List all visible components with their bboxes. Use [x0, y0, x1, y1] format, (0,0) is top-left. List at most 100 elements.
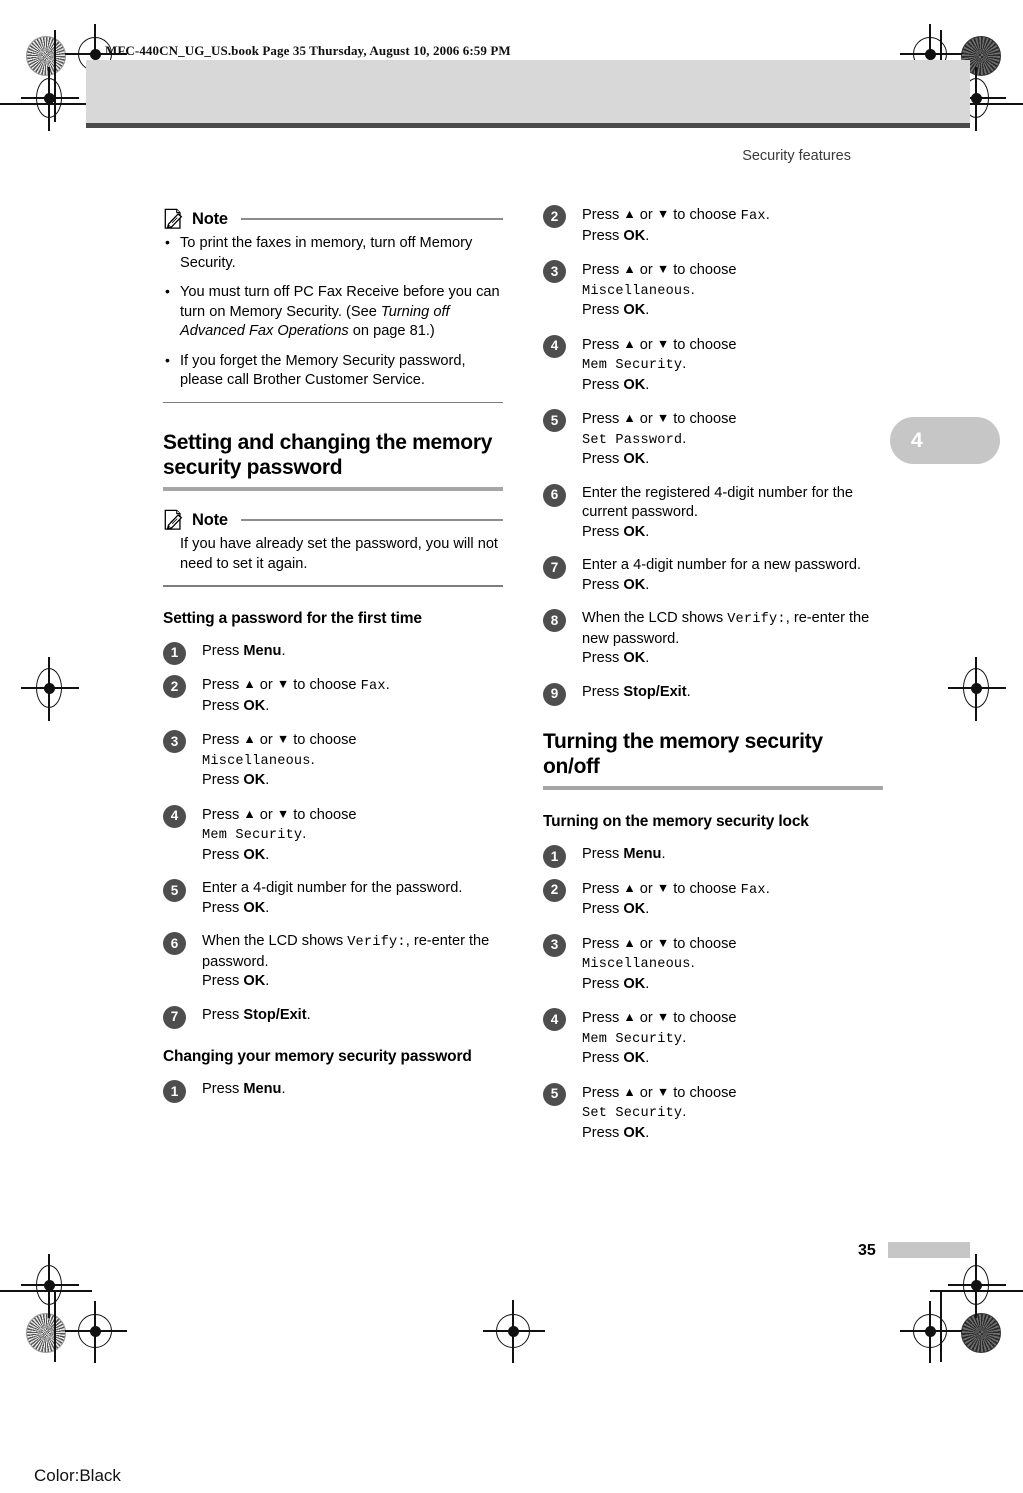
step-item: 1 Press Menu. — [543, 845, 883, 868]
arrow-up-icon: ▲ — [623, 207, 636, 221]
registration-burst-top-left — [26, 36, 66, 76]
crop-tick-left-vertical-bottom — [54, 1290, 56, 1362]
button-name: Menu — [623, 846, 662, 862]
arrow-down-icon: ▼ — [276, 732, 290, 747]
step-number-badge: 9 — [543, 682, 566, 706]
registration-crosshair-left-lower — [21, 1254, 79, 1318]
step-item: 4 Press ▲ or ▼ to choose Mem Security. Pres… — [163, 804, 503, 866]
step-number-badge: 7 — [543, 556, 566, 579]
crop-tick-bottom-horizontal-right — [930, 1290, 1023, 1292]
note-bullet-tail: on page 81.) — [348, 323, 435, 339]
step-item: 5 Press ▲ or ▼ to choose Set Password. Pres… — [543, 409, 883, 470]
lcd-text: Fax — [360, 679, 386, 695]
step-number-badge: 1 — [163, 1080, 186, 1104]
button-name: Stop/Exit — [623, 683, 687, 700]
arrow-down-icon: ▼ — [656, 1084, 670, 1099]
step-text: Press Menu. — [582, 846, 666, 862]
section-heading-turning-onoff: Turning the memory security on/off — [543, 730, 823, 778]
page-number-bar — [888, 1242, 970, 1258]
note-bullet-text: You must turn off PC Fax Receive before … — [180, 284, 500, 320]
step-text: Press ▲ or ▼ to choose Mem Security. Press… — [582, 1010, 737, 1066]
running-head-title: Security features — [742, 148, 851, 164]
color-separation-note: Color:Black — [34, 1466, 121, 1485]
chapter-number-label: 4 — [911, 428, 923, 452]
step-item: 6 Enter the registered 4-digit number for… — [543, 483, 883, 543]
step-number-badge: 2 — [543, 205, 566, 228]
step-item: 1 Press Menu. — [163, 641, 503, 665]
step-text: Press ▲ or ▼ to choose Miscellaneous. Pres… — [582, 262, 737, 318]
button-name: OK — [243, 973, 266, 990]
lcd-text: Miscellaneous — [582, 957, 691, 972]
subheading-changing-password: Changing your memory security password — [163, 1048, 472, 1066]
step-item: 3 Press ▲ or ▼ to choose Miscellaneous. Pre… — [163, 730, 503, 791]
step-text: Press ▲ or ▼ to choose Miscellaneous. Pres… — [582, 935, 737, 992]
step-text: When the LCD shows Verify:, re-enter the… — [202, 933, 490, 990]
arrow-down-icon: ▼ — [276, 806, 290, 821]
arrow-down-icon: ▼ — [656, 411, 670, 425]
arrow-up-icon: ▲ — [623, 880, 636, 895]
step-number-badge: 3 — [543, 933, 566, 957]
step-number-badge: 7 — [163, 1005, 186, 1029]
right-column: 2 Press ▲ or ▼ to choose Fax. Press OK. 3 Pr… — [543, 205, 883, 1157]
arrow-down-icon: ▼ — [656, 262, 670, 276]
button-name: OK — [243, 899, 266, 916]
step-item: 4 Press ▲ or ▼ to choose Mem Security. Pres… — [543, 334, 883, 396]
step-item: 7 Enter a 4-digit number for a new passwo… — [543, 556, 883, 595]
registration-crosshair-left-middle — [21, 657, 79, 721]
crop-tick-left-vertical — [54, 30, 56, 122]
step-text: Enter a 4-digit number for a new passwor… — [582, 557, 862, 593]
page-top-banner — [86, 60, 970, 128]
step-item: 8 When the LCD shows Verify:, re-enter th… — [543, 609, 883, 669]
button-name: OK — [623, 523, 646, 540]
registration-crosshair-bottom-left — [65, 1301, 127, 1363]
subheading-turning-on-lock: Turning on the memory security lock — [543, 813, 809, 830]
note-title: Note — [192, 209, 228, 228]
section-heading-rule — [163, 487, 503, 492]
note-bottom-rule — [163, 401, 503, 404]
step-item: 4 Press ▲ or ▼ to choose Mem Security. Pres… — [543, 1008, 883, 1069]
step-text: Press ▲ or ▼ to choose Set Password. Press… — [582, 411, 737, 467]
button-name: OK — [243, 772, 266, 789]
step-number-badge: 2 — [543, 878, 566, 902]
step-text: Press Menu. — [202, 642, 286, 659]
step-number-badge: 6 — [543, 483, 566, 507]
lcd-text: Set Security — [582, 1106, 683, 1121]
step-number-badge: 4 — [543, 334, 566, 358]
button-name: Menu — [243, 642, 282, 659]
note-bullet-item: To print the faxes in memory, turn off M… — [163, 233, 503, 273]
step-number-badge: 4 — [163, 804, 186, 828]
step-number-badge: 5 — [543, 409, 566, 432]
crop-tick-bottom-center-vertical — [512, 1300, 514, 1362]
lcd-text: Fax — [740, 209, 766, 224]
lcd-text: Mem Security — [582, 358, 683, 373]
note-pencil-icon — [163, 509, 185, 531]
step-number-badge: 8 — [543, 609, 566, 632]
step-text: Press Menu. — [202, 1081, 286, 1098]
step-text: Enter a 4-digit number for the password.… — [202, 880, 463, 916]
arrow-down-icon: ▼ — [656, 1010, 670, 1024]
note-block-top: Note To print the faxes in memory, turn … — [163, 208, 503, 404]
step-text: Press Stop/Exit. — [582, 683, 691, 700]
section-heading-rule — [543, 786, 883, 790]
step-item: 2 Press ▲ or ▼ to choose Fax. Press OK. — [543, 205, 883, 246]
note-header: Note — [163, 509, 503, 531]
section-heading-setting-changing: Setting and changing the memory security… — [163, 431, 493, 480]
note-header: Note — [163, 208, 503, 230]
button-name: OK — [243, 846, 266, 863]
steps-list-changing-password-continued: 2 Press ▲ or ▼ to choose Fax. Press OK. 3 Pr… — [543, 205, 883, 706]
step-item: 5 Press ▲ or ▼ to choose Set Security. Pres… — [543, 1082, 883, 1144]
note-block-second: Note If you have already set the passwor… — [163, 509, 503, 587]
button-name: OK — [623, 576, 646, 593]
lcd-text: Miscellaneous — [582, 283, 691, 299]
steps-list-setting-password: 1 Press Menu. 2 Press ▲ or ▼ to choose Fax.… — [163, 641, 503, 1029]
step-text: Press ▲ or ▼ to choose Set Security. Press… — [582, 1084, 737, 1141]
arrow-up-icon: ▲ — [243, 677, 256, 692]
step-item: 6 When the LCD shows Verify:, re-enter th… — [163, 932, 503, 992]
lcd-text: Mem Security — [582, 1031, 683, 1047]
button-name: OK — [623, 376, 646, 393]
button-name: OK — [623, 1050, 646, 1066]
registration-crosshair-right-lower — [948, 1254, 1006, 1318]
steps-list-changing-password: 1 Press Menu. — [163, 1080, 503, 1104]
step-number-badge: 1 — [163, 641, 186, 665]
lcd-text: Miscellaneous — [202, 753, 311, 769]
